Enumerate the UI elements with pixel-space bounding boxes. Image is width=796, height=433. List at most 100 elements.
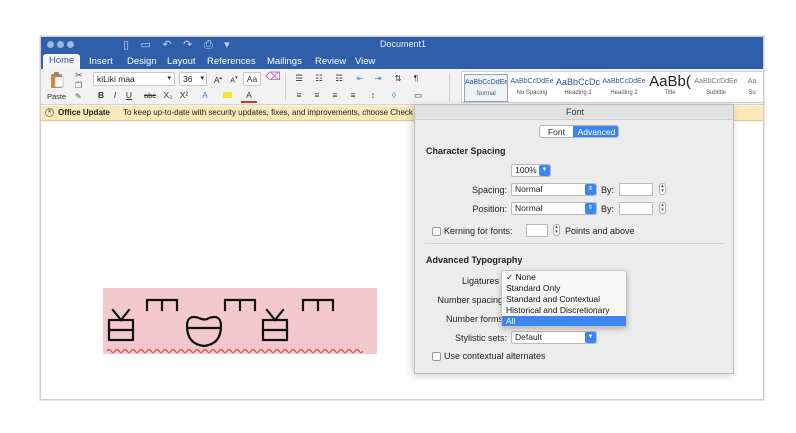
scale-select[interactable]: 100% ▼	[511, 164, 551, 177]
spacing-by-label: By:	[601, 185, 615, 195]
decrease-indent-icon[interactable]: ⇤	[353, 72, 367, 86]
font-color-button[interactable]: A	[241, 89, 257, 103]
clipboard-icon	[51, 72, 64, 88]
font-name-value: kiLiki maa	[97, 74, 135, 84]
cut-icon[interactable]: ✂	[75, 70, 83, 81]
contextual-alternates-checkbox[interactable]	[432, 352, 441, 361]
style-sample: AaBbCcDdEe	[602, 78, 646, 85]
tab-layout[interactable]: Layout	[161, 55, 202, 69]
superscript-button[interactable]: X²	[177, 89, 191, 103]
contextual-alternates-label: Use contextual alternates	[444, 351, 546, 361]
font-size-select[interactable]: 36 ▾	[179, 72, 207, 86]
position-by-stepper[interactable]: ▴ ▾	[659, 202, 666, 214]
subscript-button[interactable]: X₂	[161, 89, 175, 103]
shading-icon[interactable]: ◊	[385, 89, 403, 103]
style-heading-1[interactable]: AaBbCcDc Heading 1	[556, 74, 600, 102]
ligature-option-none[interactable]: ✓ None	[502, 272, 626, 282]
ligature-option-all[interactable]: All	[502, 316, 626, 326]
tab-mailings[interactable]: Mailings	[261, 55, 308, 69]
spacing-by-input[interactable]	[619, 183, 653, 196]
spacing-by-stepper[interactable]: ▴ ▾	[659, 183, 666, 195]
stylistic-sets-label: Stylistic sets:	[454, 333, 507, 343]
style-name: Title	[664, 90, 676, 96]
format-painter-icon[interactable]: ✎	[75, 92, 82, 101]
style-normal[interactable]: AaBbCcDdEe Normal	[464, 74, 508, 102]
ligature-option-standard-only[interactable]: Standard Only	[502, 283, 626, 293]
style-sample: AaBbCcDdEe	[510, 78, 554, 85]
close-icon[interactable]: ✕	[45, 108, 54, 117]
copy-icon[interactable]: ❐	[75, 81, 82, 90]
bold-button[interactable]: B	[95, 89, 107, 103]
style-title[interactable]: AaBb( Title	[648, 74, 692, 102]
tab-design[interactable]: Design	[121, 55, 163, 69]
style-name: Normal	[476, 91, 496, 97]
style-sample: AaBbCcDdEe	[694, 78, 738, 85]
underline-button[interactable]: U	[123, 89, 135, 103]
style-subtitle[interactable]: AaBbCcDdEe Subtitle	[694, 74, 738, 102]
chevron-down-icon: ▾	[200, 75, 204, 82]
style-heading-2[interactable]: AaBbCcDdEe Heading 2	[602, 74, 646, 102]
ligature-option-historical-discretionary[interactable]: Historical and Discretionary	[502, 305, 626, 315]
style-subtle[interactable]: Aa Su	[740, 74, 763, 102]
change-case-button[interactable]: Aa	[243, 72, 261, 86]
style-name: Heading 1	[564, 90, 592, 96]
style-sample: AaBbCcDc	[556, 77, 600, 87]
spacing-label: Spacing:	[471, 185, 507, 195]
increase-indent-icon[interactable]: ⇥	[371, 72, 385, 86]
spacing-select[interactable]: Normal ⇕	[511, 183, 597, 196]
paste-label: Paste	[47, 92, 67, 101]
line-spacing-icon[interactable]: ↕	[365, 89, 381, 103]
tab-review[interactable]: Review	[309, 55, 352, 69]
sort-icon[interactable]: ⇅	[391, 72, 405, 86]
clear-formatting-icon[interactable]: ⌫	[265, 71, 281, 85]
shrink-font-button[interactable]: A▾	[227, 72, 241, 86]
numbering-icon[interactable]: ☷	[311, 72, 327, 86]
paragraph-marks-icon[interactable]: ¶	[409, 72, 423, 86]
tab-insert[interactable]: Insert	[83, 55, 119, 69]
spelling-squiggle	[106, 349, 364, 353]
selected-text-highlight[interactable]	[103, 288, 377, 354]
dialog-title: Font	[415, 105, 733, 120]
ligatures-label: Ligatures	[461, 276, 499, 286]
multilevel-list-icon[interactable]: ☶	[331, 72, 347, 86]
align-center-icon[interactable]: ≡	[309, 89, 325, 103]
title-bar: ▯ ▭ ↶ ↷ ⎙ ▾ Document1	[41, 37, 763, 53]
font-name-select[interactable]: kiLiki maa ▾	[93, 72, 175, 86]
ligature-option-standard-contextual[interactable]: Standard and Contextual	[502, 294, 626, 304]
number-forms-label: Number forms	[445, 314, 503, 324]
tab-advanced[interactable]: Advanced	[573, 126, 618, 137]
paste-button[interactable]: Paste	[45, 71, 71, 103]
bullets-icon[interactable]: ☰	[291, 72, 307, 86]
grow-font-button[interactable]: A▴	[211, 72, 225, 86]
text-effects-button[interactable]: A	[197, 89, 213, 103]
borders-icon[interactable]: ▭	[407, 89, 429, 103]
number-spacing-label: Number spacing	[437, 295, 503, 305]
dialog-tab-switcher: Font Advanced	[539, 125, 619, 138]
align-right-icon[interactable]: ≡	[327, 89, 343, 103]
stylistic-sets-select[interactable]: Default ▼	[511, 331, 597, 344]
position-by-input[interactable]	[619, 202, 653, 215]
style-name: Subtitle	[705, 90, 726, 96]
position-select[interactable]: Normal ⇕	[511, 202, 597, 215]
ribbon: Paste ✂ ❐ ✎ kiLiki maa ▾ 36 ▾ A▴ A▾ Aa ⌫…	[41, 69, 763, 105]
position-label: Position:	[472, 204, 507, 214]
kerning-stepper[interactable]: ▴ ▾	[553, 224, 560, 236]
kerning-checkbox[interactable]	[432, 227, 441, 236]
highlight-color-icon[interactable]	[219, 89, 235, 103]
style-sample: Aa	[747, 78, 757, 85]
position-value: Normal	[515, 203, 543, 213]
align-left-icon[interactable]: ≡	[291, 89, 307, 103]
style-sample: AaBbCcDdEe	[465, 79, 508, 86]
kerning-points-input[interactable]	[526, 224, 548, 237]
justify-icon[interactable]: ≡	[345, 89, 361, 103]
italic-button[interactable]: I	[109, 89, 121, 103]
document-title: Document1	[379, 39, 427, 49]
tab-font[interactable]: Font	[540, 126, 573, 137]
ribbon-divider	[285, 73, 286, 101]
tab-home[interactable]: Home	[43, 54, 81, 69]
tab-view[interactable]: View	[349, 55, 381, 69]
strikethrough-button[interactable]: abc	[141, 89, 159, 103]
style-no-spacing[interactable]: AaBbCcDdEe No Spacing	[510, 74, 554, 102]
stylistic-sets-value: Default	[515, 332, 542, 342]
tab-references[interactable]: References	[201, 55, 262, 69]
